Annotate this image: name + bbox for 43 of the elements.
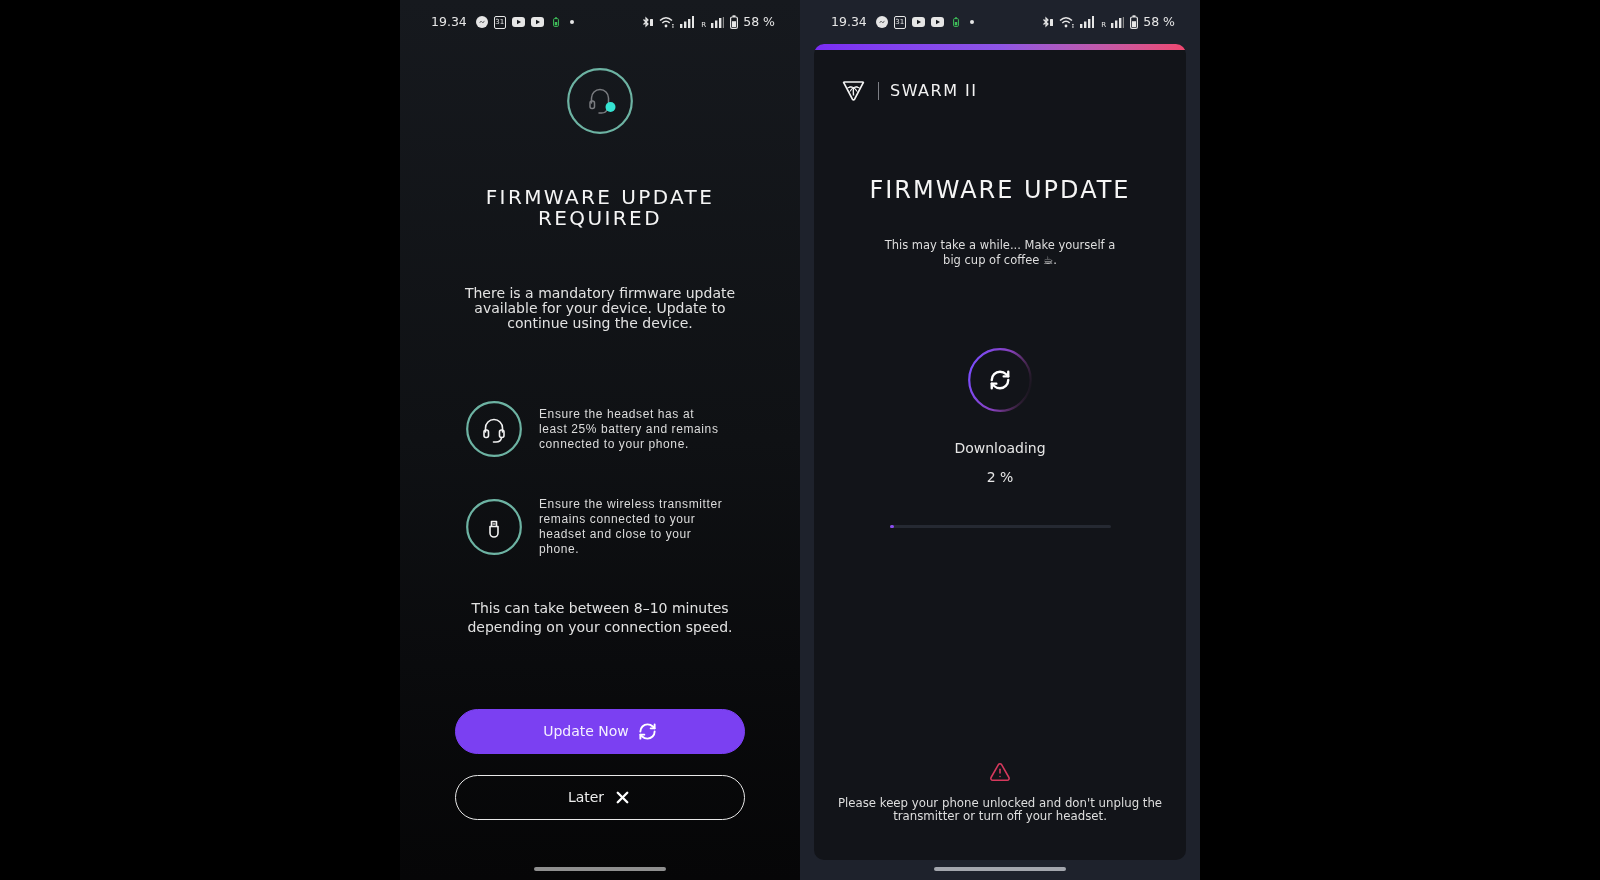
update-now-button[interactable]: Update Now — [455, 709, 745, 754]
video-play-icon — [530, 17, 544, 27]
video-play-icon — [930, 17, 944, 27]
signal-bars-icon — [1111, 16, 1125, 28]
battery-icon — [952, 17, 959, 27]
usb-dongle-icon — [466, 499, 522, 555]
battery-icon — [1130, 15, 1139, 29]
battery-icon — [552, 17, 559, 27]
wifi-icon — [659, 16, 676, 28]
signal-bars-icon — [711, 16, 725, 28]
duration-note: This can take between 8–10 minutes depending on your connection speed. — [466, 599, 734, 637]
update-message: There is a mandatory firmware update available for your device. Update to continue using the device. — [463, 286, 737, 331]
warning-icon — [989, 761, 1011, 783]
status-time: 19.34 — [831, 15, 867, 29]
dot-icon — [569, 20, 574, 24]
bluetooth-icon — [1042, 16, 1055, 28]
bluetooth-icon — [642, 16, 655, 28]
sync-progress-icon — [968, 348, 1032, 412]
messenger-icon — [875, 16, 888, 28]
headset-status-icon — [567, 68, 633, 134]
signal-bars-icon — [680, 16, 695, 28]
requirement-text: Ensure the headset has at least 25% battery and remains connected to your phone. — [539, 406, 720, 452]
warning-text: Please keep your phone unlocked and don't unplug the transmitter or turn off your headset. — [836, 797, 1164, 823]
page-title: FIRMWARE UPDATE — [869, 176, 1131, 204]
video-play-icon — [511, 17, 525, 27]
battery-percent: 58 % — [1143, 15, 1175, 29]
video-play-icon — [911, 17, 925, 27]
update-subtitle: This may take a while... Make yourself a big cup of coffee ☕. — [883, 238, 1117, 268]
wifi-icon — [1059, 16, 1076, 28]
status-time: 19.34 — [431, 15, 467, 29]
page-title: FIRMWARE UPDATE REQUIRED — [484, 187, 716, 229]
download-status: Downloading — [954, 439, 1046, 457]
battery-icon — [730, 15, 739, 29]
messenger-icon — [475, 16, 488, 28]
requirement-text: Ensure the wireless transmitter remains connected to your headset and close to your phone. — [539, 497, 724, 557]
product-name: SWARM II — [890, 81, 978, 101]
download-percent: 2 % — [986, 468, 1014, 486]
dot-icon — [969, 20, 974, 24]
signal-bars-icon — [1080, 16, 1095, 28]
battery-percent: 58 % — [743, 15, 775, 29]
headset-icon — [466, 401, 522, 457]
sync-icon — [637, 722, 657, 741]
palm-shield-logo — [842, 81, 865, 101]
